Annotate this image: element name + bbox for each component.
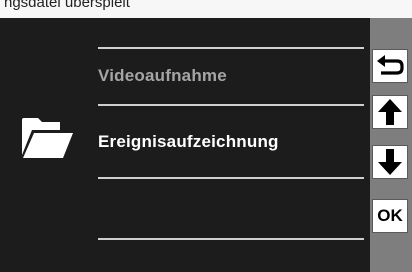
menu-item-videoaufnahme[interactable]: Videoaufnahme bbox=[98, 66, 227, 86]
up-button[interactable] bbox=[372, 95, 408, 129]
ok-button-label: OK bbox=[377, 206, 403, 225]
back-icon bbox=[377, 55, 404, 75]
menu-divider bbox=[98, 47, 364, 49]
folder-icon bbox=[22, 118, 73, 158]
ok-button[interactable]: OK bbox=[372, 199, 408, 233]
menu-divider bbox=[98, 177, 364, 179]
down-button[interactable] bbox=[372, 145, 408, 179]
page-caption-strip: ngsdatei überspielt bbox=[0, 0, 412, 18]
device-screen: Videoaufnahme Ereignisaufzeichnung OK bbox=[0, 18, 412, 272]
menu-panel: Videoaufnahme Ereignisaufzeichnung bbox=[0, 18, 370, 272]
control-sidebar: OK bbox=[370, 18, 412, 272]
arrow-up-icon bbox=[378, 99, 402, 125]
arrow-down-icon bbox=[378, 149, 402, 175]
menu-divider bbox=[98, 238, 364, 240]
menu-divider bbox=[98, 104, 364, 106]
page-caption-text: ngsdatei überspielt bbox=[4, 0, 130, 11]
menu-item-ereignisaufzeichnung[interactable]: Ereignisaufzeichnung bbox=[98, 132, 279, 152]
back-button[interactable] bbox=[372, 49, 408, 83]
